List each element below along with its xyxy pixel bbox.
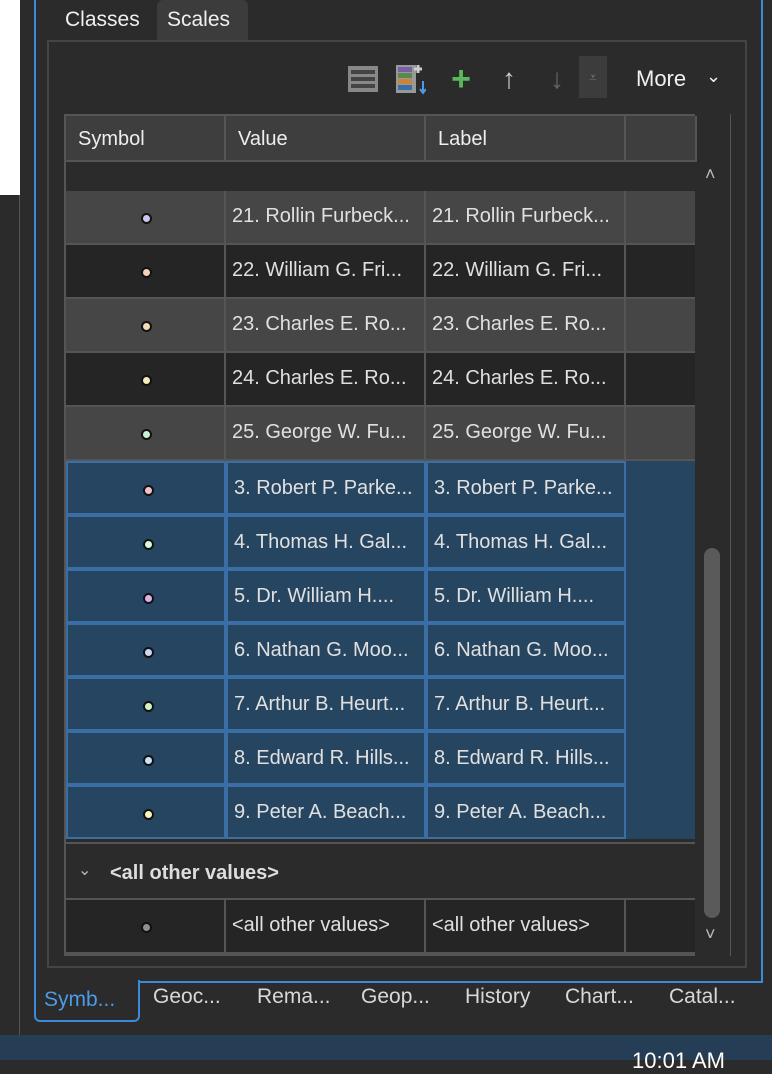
symbol-dot-icon <box>143 647 154 658</box>
tab-chart[interactable]: Chart... <box>565 985 634 1009</box>
move-up-icon[interactable]: ↑ <box>494 62 524 96</box>
symbol-dot-icon <box>141 321 152 332</box>
label-cell[interactable]: 4. Thomas H. Gal... <box>426 515 626 569</box>
table-row[interactable]: 9. Peter A. Beach... 9. Peter A. Beach..… <box>66 785 695 839</box>
label-cell[interactable]: 21. Rollin Furbeck... <box>426 191 626 243</box>
scrollbar-thumb[interactable] <box>704 548 720 918</box>
more-menu[interactable]: More <box>636 66 686 92</box>
label-cell[interactable]: 25. George W. Fu... <box>426 407 626 459</box>
symbol-dot-icon <box>143 539 154 550</box>
symbol-cell[interactable] <box>66 407 226 459</box>
tab-remap[interactable]: Rema... <box>257 985 331 1009</box>
value-cell[interactable]: 22. William G. Fri... <box>226 245 426 297</box>
table-row-other[interactable]: <all other values> <all other values> <box>66 900 695 954</box>
table-row[interactable]: 23. Charles E. Ro... 23. Charles E. Ro..… <box>66 299 695 353</box>
tab-geoprocessing[interactable]: Geop... <box>361 985 430 1009</box>
tab-catalog[interactable]: Catal... <box>669 985 736 1009</box>
move-down-icon[interactable]: ↓ <box>542 62 572 96</box>
symbol-dot-icon <box>143 701 154 712</box>
tab-symbology[interactable]: Symb... <box>34 980 140 1022</box>
tab-scales[interactable]: Scales <box>157 0 248 40</box>
header-extra <box>626 116 697 162</box>
background-window <box>0 0 20 195</box>
table-row[interactable]: 8. Edward R. Hills... 8. Edward R. Hills… <box>66 731 695 785</box>
symbol-cell[interactable] <box>66 623 226 677</box>
value-cell[interactable]: 9. Peter A. Beach... <box>226 785 426 839</box>
group-header-label: <all other values> <box>110 862 279 884</box>
value-cell[interactable]: 24. Charles E. Ro... <box>226 353 426 405</box>
header-symbol[interactable]: Symbol <box>66 116 226 162</box>
tab-geocoding[interactable]: Geoc... <box>153 985 221 1009</box>
taskbar-clock[interactable]: 10:01 AM <box>632 1048 725 1074</box>
tab-classes[interactable]: Classes <box>55 0 150 40</box>
value-cell[interactable]: 5. Dr. William H.... <box>226 569 426 623</box>
value-cell[interactable]: 21. Rollin Furbeck... <box>226 191 426 243</box>
table-row[interactable]: 4. Thomas H. Gal... 4. Thomas H. Gal... <box>66 515 695 569</box>
symbol-cell[interactable] <box>66 461 226 515</box>
chevron-down-icon[interactable]: ⌄ <box>706 66 721 87</box>
label-cell[interactable]: 8. Edward R. Hills... <box>426 731 626 785</box>
label-cell[interactable]: 24. Charles E. Ro... <box>426 353 626 405</box>
scroll-down-icon[interactable]: ˅ <box>705 924 716 945</box>
table-row[interactable]: 25. George W. Fu... 25. George W. Fu... <box>66 407 695 461</box>
value-cell[interactable]: 3. Robert P. Parke... <box>226 461 426 515</box>
symbol-cell[interactable] <box>66 785 226 839</box>
table-row[interactable]: 22. William G. Fri... 22. William G. Fri… <box>66 245 695 299</box>
table-row[interactable]: 6. Nathan G. Moo... 6. Nathan G. Moo... <box>66 623 695 677</box>
group-header[interactable]: ⌄ <all other values> <box>66 842 695 900</box>
value-cell[interactable]: <all other values> <box>226 900 426 952</box>
header-label[interactable]: Label <box>426 116 626 162</box>
value-cell[interactable]: 23. Charles E. Ro... <box>226 299 426 351</box>
symbol-dot-icon <box>143 755 154 766</box>
symbol-cell[interactable] <box>66 900 226 952</box>
symbol-dot-icon <box>143 809 154 820</box>
add-values-icon[interactable] <box>396 62 426 96</box>
label-cell[interactable]: 22. William G. Fri... <box>426 245 626 297</box>
symbol-dot-icon <box>141 267 152 278</box>
table-row[interactable]: 7. Arthur B. Heurt... 7. Arthur B. Heurt… <box>66 677 695 731</box>
list-icon[interactable] <box>348 62 378 96</box>
symbol-cell[interactable] <box>66 731 226 785</box>
symbol-cell[interactable] <box>66 353 226 405</box>
symbol-cell[interactable] <box>66 299 226 351</box>
symbol-cell[interactable] <box>66 569 226 623</box>
value-cell[interactable]: 8. Edward R. Hills... <box>226 731 426 785</box>
label-cell[interactable]: 9. Peter A. Beach... <box>426 785 626 839</box>
label-cell[interactable]: 6. Nathan G. Moo... <box>426 623 626 677</box>
symbol-dot-icon <box>143 485 154 496</box>
label-cell[interactable]: 23. Charles E. Ro... <box>426 299 626 351</box>
symbol-cell[interactable] <box>66 245 226 297</box>
table-row[interactable]: 24. Charles E. Ro... 24. Charles E. Ro..… <box>66 353 695 407</box>
table-row[interactable]: 3. Robert P. Parke... 3. Robert P. Parke… <box>66 461 695 515</box>
value-cell[interactable]: 4. Thomas H. Gal... <box>226 515 426 569</box>
label-cell[interactable]: 5. Dr. William H.... <box>426 569 626 623</box>
side-panel-edge <box>0 195 20 1035</box>
symbol-dot-icon <box>141 375 152 386</box>
symbol-cell[interactable] <box>66 191 226 243</box>
add-icon[interactable]: + <box>446 60 476 98</box>
symbol-dot-icon <box>141 429 152 440</box>
chevron-down-icon[interactable]: ⌄ <box>78 860 91 880</box>
value-cell[interactable]: 6. Nathan G. Moo... <box>226 623 426 677</box>
tab-history[interactable]: History <box>465 985 530 1009</box>
symbol-cell[interactable] <box>66 515 226 569</box>
header-value[interactable]: Value <box>226 116 426 162</box>
value-cell[interactable]: 7. Arthur B. Heurt... <box>226 677 426 731</box>
symbol-dot-icon <box>141 213 152 224</box>
label-cell[interactable]: 3. Robert P. Parke... <box>426 461 626 515</box>
label-cell[interactable]: 7. Arthur B. Heurt... <box>426 677 626 731</box>
symbol-dot-icon <box>141 922 152 933</box>
table-row[interactable]: 21. Rollin Furbeck... 21. Rollin Furbeck… <box>66 191 695 245</box>
classes-table: Symbol Value Label 20. Edward H. Ch... 2… <box>64 114 731 956</box>
scroll-up-icon[interactable]: ˄ <box>705 164 716 185</box>
table-row[interactable]: 5. Dr. William H.... 5. Dr. William H...… <box>66 569 695 623</box>
symbol-dot-icon <box>143 593 154 604</box>
collapse-icon[interactable]: ⩡ <box>579 56 607 98</box>
label-cell[interactable]: <all other values> <box>426 900 626 952</box>
symbol-cell[interactable] <box>66 677 226 731</box>
value-cell[interactable]: 25. George W. Fu... <box>226 407 426 459</box>
